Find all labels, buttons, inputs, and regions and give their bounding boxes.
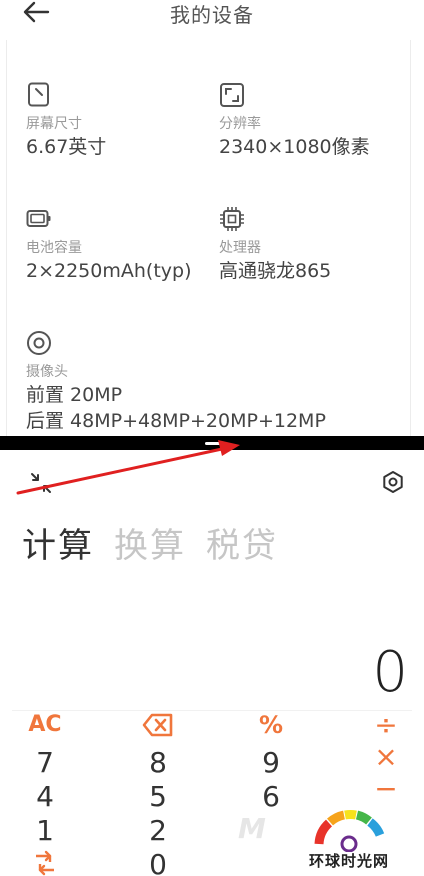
spec-battery: 电池容量 2×2250mAh(typ) bbox=[26, 206, 192, 284]
tab-convert[interactable]: 换算 bbox=[114, 518, 186, 567]
backspace-icon bbox=[142, 713, 173, 737]
spec-label: 处理器 bbox=[219, 240, 261, 256]
spec-value: 前置 20MP bbox=[26, 384, 123, 406]
spec-processor: 处理器 高通骁龙865 bbox=[219, 206, 331, 284]
shrink-arrows-icon bbox=[31, 473, 51, 493]
settings-button[interactable] bbox=[381, 470, 405, 494]
spec-screen-size: 屏幕尺寸 6.67英寸 bbox=[26, 82, 106, 160]
result-display: 0 bbox=[372, 640, 408, 705]
tab-calculate[interactable]: 计算 bbox=[22, 518, 94, 567]
spec-value: 6.67英寸 bbox=[26, 136, 107, 158]
digit-4-button[interactable]: 4 bbox=[15, 780, 75, 814]
card-edge-left bbox=[6, 40, 7, 436]
resolution-icon bbox=[220, 83, 244, 107]
page-title: 我的设备 bbox=[170, 3, 254, 27]
percent-button[interactable]: % bbox=[241, 708, 301, 742]
digit-5-button[interactable]: 5 bbox=[128, 780, 188, 814]
digit-9-button[interactable]: 9 bbox=[241, 746, 301, 780]
minus-button[interactable]: − bbox=[356, 772, 416, 806]
swap-rotate-icon bbox=[36, 850, 54, 876]
digit-2-button[interactable]: 2 bbox=[128, 814, 188, 848]
faint-watermark-mark: M bbox=[238, 812, 266, 845]
settings-hexagon-icon bbox=[383, 471, 403, 493]
swap-mode-button[interactable] bbox=[15, 846, 75, 876]
divide-button[interactable]: ÷ bbox=[356, 708, 416, 742]
camera-icon bbox=[27, 331, 51, 355]
spec-label: 分辨率 bbox=[219, 116, 261, 132]
screen-size-icon bbox=[28, 82, 49, 107]
spec-value: 2×2250mAh(typ) bbox=[26, 260, 192, 282]
split-screen: 我的设备 屏幕尺寸 6.67英寸 分辨率 2340×1080像素 电池容量 2×… bbox=[0, 0, 424, 876]
spec-value-rear: 后置 48MP+48MP+20MP+12MP bbox=[26, 410, 326, 432]
site-watermark-logo: 环球时光网 bbox=[294, 808, 404, 874]
digit-8-button[interactable]: 8 bbox=[128, 746, 188, 780]
rainbow-logo-icon bbox=[314, 809, 385, 853]
clear-button[interactable]: AC bbox=[15, 708, 75, 742]
spec-value: 高通骁龙865 bbox=[219, 260, 332, 282]
spec-label: 摄像头 bbox=[26, 364, 68, 380]
digit-7-button[interactable]: 7 bbox=[15, 746, 75, 780]
my-device-pane: 我的设备 屏幕尺寸 6.67英寸 分辨率 2340×1080像素 电池容量 2×… bbox=[0, 0, 424, 436]
spec-camera: 摄像头 前置 20MP 后置 48MP+48MP+20MP+12MP bbox=[26, 330, 326, 434]
multiply-button[interactable]: × bbox=[356, 740, 416, 774]
minimize-button[interactable] bbox=[30, 472, 52, 494]
processor-icon bbox=[220, 207, 244, 231]
battery-icon bbox=[26, 210, 51, 227]
digit-1-button[interactable]: 1 bbox=[15, 814, 75, 848]
spec-resolution: 分辨率 2340×1080像素 bbox=[219, 82, 370, 160]
card-edge-right bbox=[410, 40, 411, 436]
watermark-text: 环球时光网 bbox=[308, 852, 389, 870]
backspace-button[interactable] bbox=[128, 708, 188, 742]
tab-tax-loan[interactable]: 税贷 bbox=[206, 518, 278, 567]
spec-label: 屏幕尺寸 bbox=[26, 116, 82, 132]
digit-0-button[interactable]: 0 bbox=[128, 848, 188, 876]
digit-6-button[interactable]: 6 bbox=[241, 780, 301, 814]
split-drag-handle[interactable] bbox=[205, 442, 225, 445]
spec-label: 电池容量 bbox=[26, 240, 82, 256]
calculator-mode-tabs: 计算 换算 税贷 bbox=[22, 518, 278, 567]
spec-value: 2340×1080像素 bbox=[219, 136, 370, 158]
